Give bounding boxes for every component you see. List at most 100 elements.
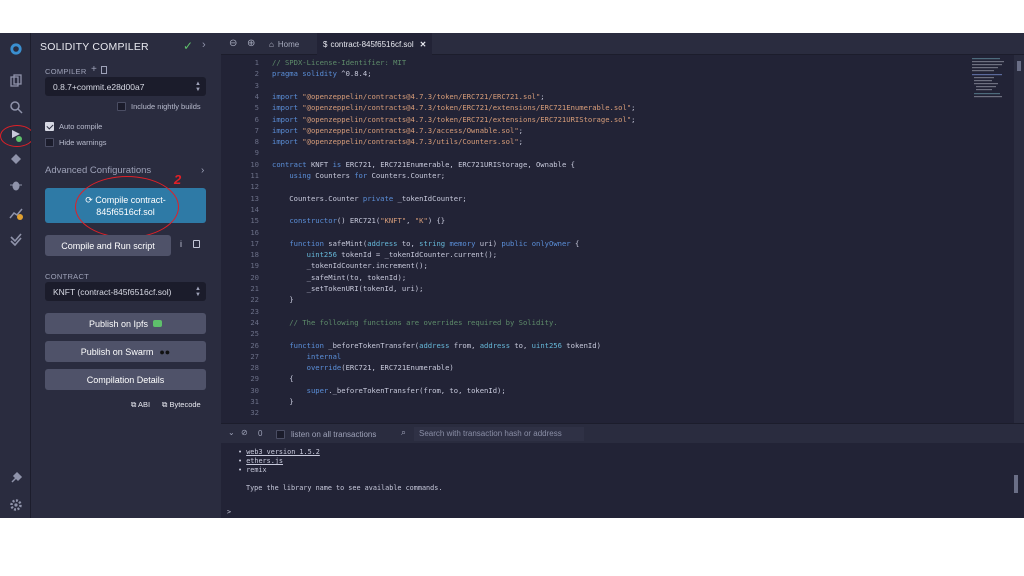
include-nightly-label: Include nightly builds <box>131 102 201 111</box>
compiler-version-select[interactable]: 0.8.7+commit.e28d00a7 ▲ ▼ <box>45 77 206 96</box>
code-line[interactable]: _setTokenURI(tokenId, uri); <box>272 284 424 293</box>
code-line[interactable]: constructor() ERC721("KNFT", "K") {} <box>272 216 445 225</box>
bytecode-copy-link[interactable]: ⧉ Bytecode <box>162 400 201 410</box>
terminal-output[interactable]: • web3 version 1.5.2 • ethers.js • remix… <box>221 443 1024 518</box>
collapse-terminal-icon[interactable]: ⌄ <box>228 428 235 437</box>
code-line[interactable]: super._beforeTokenTransfer(from, to, tok… <box>272 386 506 395</box>
code-line[interactable]: Counters.Counter private _tokenIdCounter… <box>272 194 466 203</box>
include-nightly-checkbox[interactable] <box>117 102 126 111</box>
remix-logo-icon[interactable] <box>6 39 25 58</box>
line-number: 29 <box>250 374 259 384</box>
code-line[interactable]: // SPDX-License-Identifier: MIT <box>272 58 406 67</box>
listen-all-checkbox[interactable] <box>276 430 285 439</box>
annotation-circle-1 <box>0 125 34 147</box>
code-line[interactable]: } <box>272 397 293 406</box>
auto-compile-checkbox[interactable] <box>45 122 54 131</box>
add-compiler-icon[interactable]: + <box>91 64 97 75</box>
line-number: 20 <box>250 272 259 282</box>
code-line[interactable]: using Counters for Counters.Counter; <box>272 171 445 180</box>
line-number: 26 <box>250 340 259 350</box>
code-line[interactable]: // The following functions are overrides… <box>272 318 557 327</box>
code-line[interactable]: } <box>272 295 293 304</box>
clear-console-icon[interactable]: ⊘ <box>241 428 248 437</box>
select-arrows-icon: ▲ ▼ <box>195 80 201 93</box>
panel-title: SOLIDITY COMPILER <box>40 41 149 53</box>
terminal-line-web3: • web3 version 1.5.2 <box>238 448 320 456</box>
line-number: 9 <box>254 148 259 158</box>
line-number: 2 <box>254 69 259 79</box>
hide-warnings-checkbox[interactable] <box>45 138 54 147</box>
publish-ipfs-button[interactable]: Publish on Ipfs <box>45 313 206 334</box>
line-number: 22 <box>250 295 259 305</box>
zoom-in-icon[interactable]: ⊕ <box>247 38 255 49</box>
icon-rail: 1 <box>0 33 40 518</box>
tab-contract-file[interactable]: $ contract-845f6516cf.sol ✕ <box>317 33 433 55</box>
contract-select[interactable]: KNFT (contract-845f6516cf.sol) ▲ ▼ <box>45 282 206 301</box>
advanced-config-toggle[interactable]: Advanced Configurations <box>45 165 151 176</box>
plugin-manager-icon[interactable] <box>6 468 25 487</box>
terminal-toolbar: ⌄ ⊘ 0 listen on all transactions ⌕ Searc… <box>221 423 1024 443</box>
compilation-details-button[interactable]: Compilation Details <box>45 369 206 390</box>
line-number: 10 <box>250 159 259 169</box>
contract-label: CONTRACT <box>45 272 90 281</box>
code-line[interactable]: import "@openzeppelin/contracts@4.7.3/ac… <box>272 126 523 135</box>
listen-all-label: listen on all transactions <box>291 430 377 439</box>
copy-icon[interactable] <box>193 240 200 248</box>
debugger-icon[interactable] <box>6 175 25 194</box>
chevron-right-icon[interactable]: › <box>201 165 204 176</box>
code-line[interactable]: import "@openzeppelin/contracts@4.7.3/to… <box>272 115 636 124</box>
terminal-prompt[interactable]: > <box>227 508 231 516</box>
settings-gear-icon[interactable] <box>6 495 25 514</box>
code-line[interactable]: pragma solidity ^0.8.4; <box>272 69 372 78</box>
select-arrows-icon: ▲ ▼ <box>195 285 201 298</box>
code-line[interactable]: import "@openzeppelin/contracts@4.7.3/to… <box>272 103 636 112</box>
line-number: 15 <box>250 216 259 226</box>
code-line[interactable]: contract KNFT is ERC721, ERC721Enumerabl… <box>272 160 575 169</box>
minimap-preview <box>972 58 1004 98</box>
code-line[interactable]: import "@openzeppelin/contracts@4.7.3/to… <box>272 92 545 101</box>
search-icon: ⌕ <box>401 427 407 437</box>
info-icon[interactable]: i <box>180 239 182 249</box>
scrollbar-thumb[interactable] <box>1017 61 1021 71</box>
line-number: 7 <box>254 125 259 135</box>
analytics-icon[interactable] <box>6 203 25 222</box>
terminal-scrollbar-thumb[interactable] <box>1014 475 1018 493</box>
line-number: 18 <box>250 250 259 260</box>
code-line[interactable]: _safeMint(to, tokenId); <box>272 273 407 282</box>
close-tab-icon[interactable]: ✕ <box>420 40 427 49</box>
ipfs-icon <box>153 320 163 327</box>
tx-search-input[interactable]: Search with transaction hash or address <box>414 427 584 441</box>
chevron-right-icon[interactable]: › <box>202 39 206 51</box>
code-line[interactable]: override(ERC721, ERC721Enumerable) <box>272 363 454 372</box>
code-line[interactable]: function _beforeTokenTransfer(address fr… <box>272 341 601 350</box>
editor-scrollbar[interactable] <box>1014 55 1024 423</box>
annotation-circle-2 <box>75 176 179 238</box>
terminal-line-remix: • remix <box>238 466 267 474</box>
code-line[interactable]: uint256 tokenId = _tokenIdCounter.curren… <box>272 250 497 259</box>
line-number: 25 <box>250 329 259 339</box>
search-icon[interactable] <box>6 97 25 116</box>
editor-minimap[interactable] <box>966 55 1014 423</box>
line-number: 12 <box>250 182 259 192</box>
code-line[interactable]: internal <box>272 352 342 361</box>
file-explorer-icon[interactable] <box>6 71 25 90</box>
deploy-run-icon[interactable] <box>6 149 25 168</box>
code-editor[interactable]: 1 // SPDX-License-Identifier: MIT 2 pragma … <box>221 55 966 423</box>
tab-home[interactable]: ⌂ Home <box>263 33 305 55</box>
code-line[interactable]: { <box>272 374 293 383</box>
line-number: 4 <box>254 91 259 101</box>
compile-run-script-button[interactable]: Compile and Run script <box>45 235 171 256</box>
verify-icon[interactable] <box>6 229 25 248</box>
abi-copy-link[interactable]: ⧉ ABI <box>131 400 150 410</box>
compiler-panel: SOLIDITY COMPILER ✓ › COMPILER + 0.8.7+c… <box>31 33 221 518</box>
zoom-out-icon[interactable]: ⊖ <box>229 38 237 49</box>
code-line[interactable]: import "@openzeppelin/contracts@4.7.3/ut… <box>272 137 523 146</box>
code-line[interactable]: _tokenIdCounter.increment(); <box>272 261 428 270</box>
code-line[interactable]: function safeMint(address to, string mem… <box>272 239 579 248</box>
line-number: 27 <box>250 351 259 361</box>
tab-file-label: contract-845f6516cf.sol <box>330 39 414 49</box>
line-number: 21 <box>250 284 259 293</box>
remix-ide: 1 SOLIDITY COMPILER ✓ › COMPILER + 0.8.7… <box>0 33 1024 518</box>
file-icon[interactable] <box>101 66 107 74</box>
publish-swarm-button[interactable]: Publish on Swarm ●● <box>45 341 206 362</box>
